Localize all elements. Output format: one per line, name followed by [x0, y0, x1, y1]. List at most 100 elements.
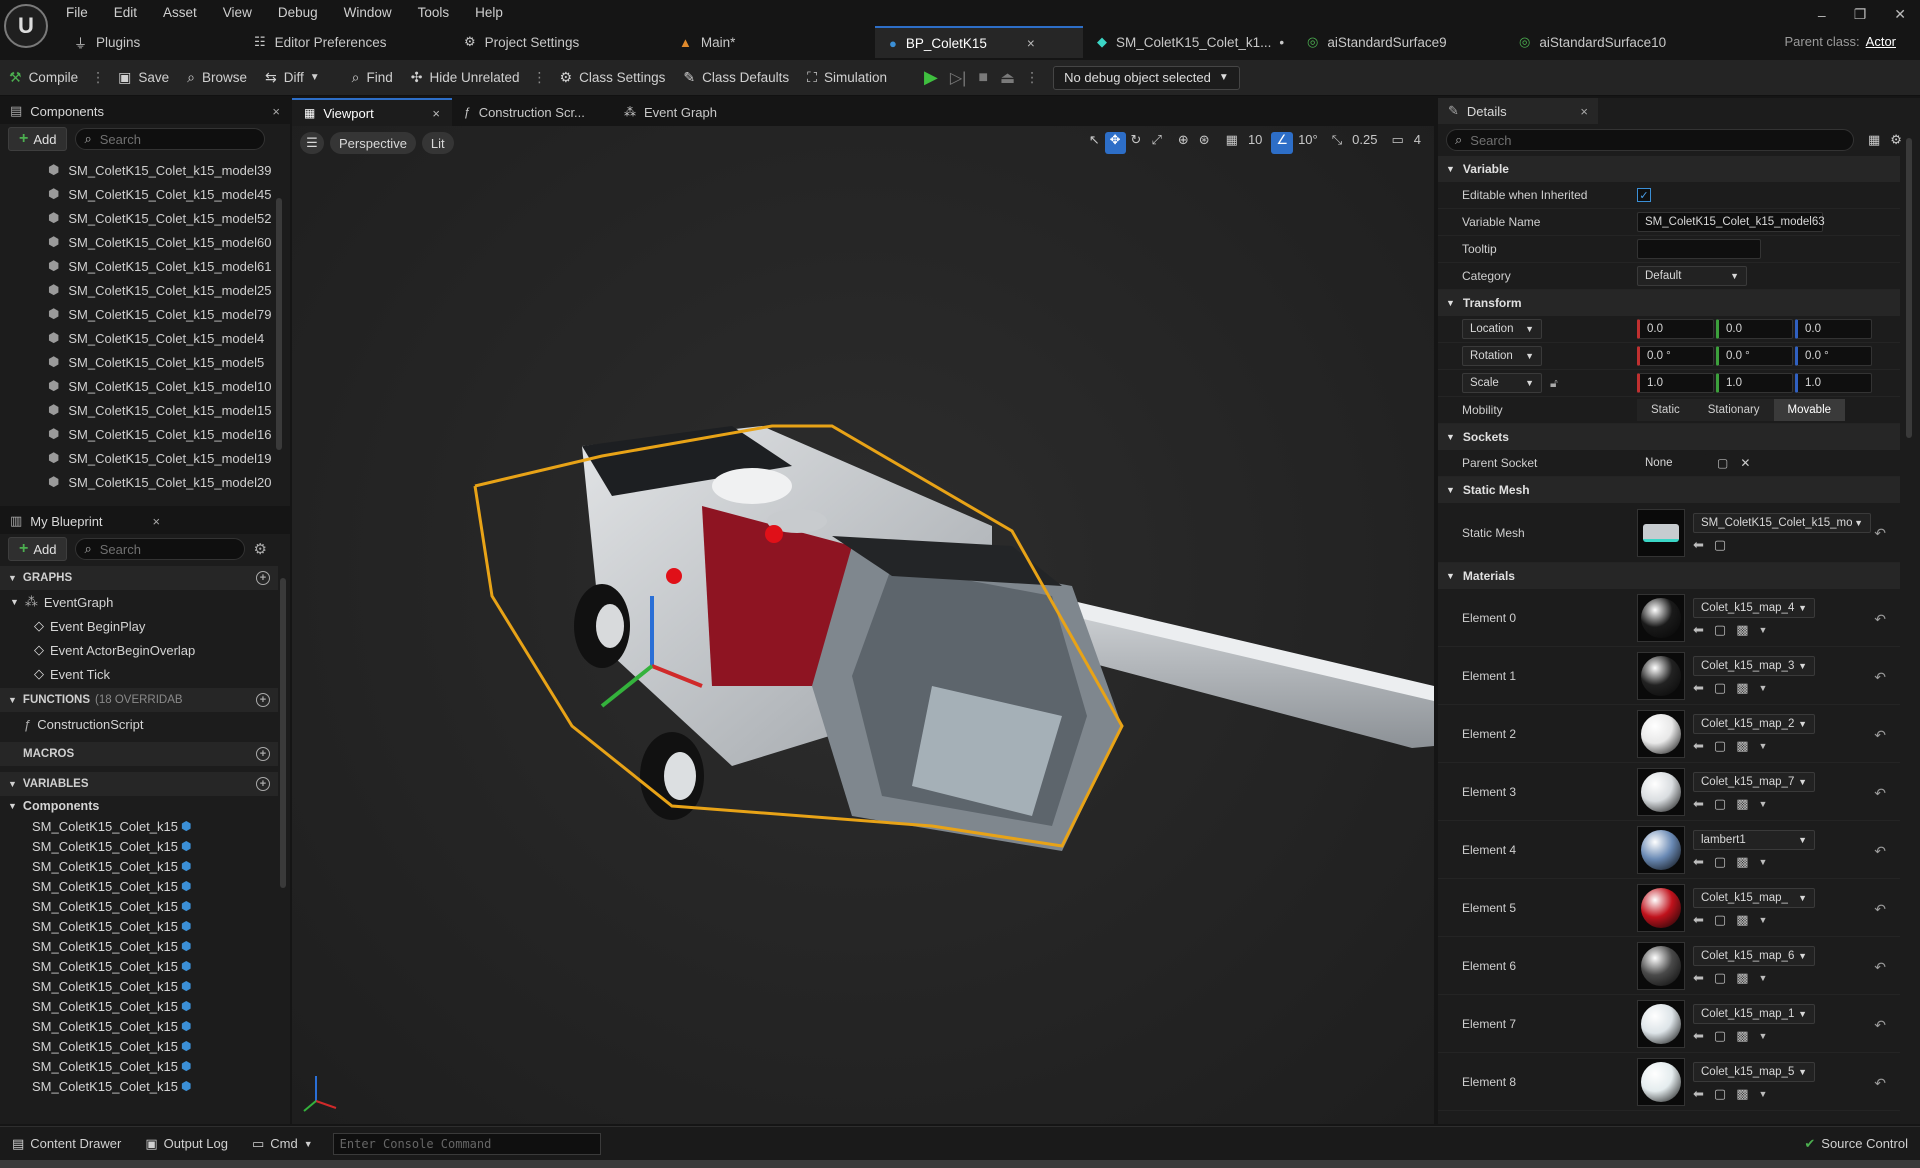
material-thumbnail[interactable] — [1637, 651, 1685, 700]
components-search-input[interactable]: ⌕ Search — [75, 128, 266, 150]
browse-folder-icon[interactable]: ▢ — [1714, 1086, 1726, 1102]
tab-static-mesh[interactable]: ◆ SM_ColetK15_Colet_k1... • — [1083, 26, 1293, 58]
variable-item[interactable]: SM_ColetK15_Colet_k15 ⬢ — [0, 916, 278, 936]
diff-button[interactable]: ⇆ Diff ▼ — [256, 60, 329, 96]
transform-section[interactable]: ▼ Transform — [1438, 290, 1900, 316]
editable-when-inherited-checkbox[interactable]: ✓ — [1637, 188, 1651, 202]
console-command-input[interactable]: Enter Console Command — [332, 1132, 601, 1155]
table-view-icon[interactable]: ▦ — [1868, 132, 1880, 148]
variable-item[interactable]: SM_ColetK15_Colet_k15 ⬢ — [0, 836, 278, 856]
use-selected-icon[interactable]: ⬅ — [1693, 1028, 1704, 1044]
add-variable-icon[interactable]: + — [256, 777, 270, 791]
output-log-button[interactable]: ▣ Output Log — [133, 1127, 240, 1161]
content-drawer-button[interactable]: ▤ Content Drawer — [0, 1127, 133, 1161]
static-mesh-section[interactable]: ▼ Static Mesh — [1438, 477, 1900, 503]
tab-main-level[interactable]: ▲ Main* — [665, 26, 875, 58]
use-selected-icon[interactable]: ⬅ — [1693, 1086, 1704, 1102]
browse-folder-icon[interactable]: ▢ — [1714, 1028, 1726, 1044]
minimize-icon[interactable]: – — [1818, 7, 1826, 23]
rotation-dropdown[interactable]: Rotation ▼ — [1462, 346, 1542, 366]
variables-components-category[interactable]: ▼ Components — [0, 796, 278, 816]
graphs-section[interactable]: ▼ GRAPHS + — [0, 566, 278, 590]
tab-plugins[interactable]: ⏚ Plugins — [60, 26, 240, 58]
reset-to-default-icon[interactable]: ↶ — [1874, 611, 1886, 628]
use-selected-icon[interactable]: ⬅ — [1693, 537, 1704, 553]
browse-folder-icon[interactable]: ▢ — [1717, 456, 1728, 470]
material-options-icon[interactable]: ▩ — [1736, 1028, 1748, 1044]
material-dropdown[interactable]: Colet_k15_map_2 ▼ — [1693, 713, 1815, 734]
location-z-field[interactable]: 0.0 — [1795, 319, 1872, 339]
material-dropdown[interactable]: Colet_k15_map_6 ▼ — [1693, 945, 1815, 966]
mobility-stationary-option[interactable]: Stationary — [1693, 399, 1774, 421]
material-options-icon[interactable]: ▩ — [1736, 738, 1748, 754]
variable-section[interactable]: ▼ Variable — [1438, 156, 1900, 182]
debug-object-select[interactable]: No debug object selected ▼ — [1053, 65, 1240, 90]
browse-folder-icon[interactable]: ▢ — [1714, 796, 1726, 812]
material-options-icon[interactable]: ▩ — [1736, 854, 1748, 870]
add-graph-icon[interactable]: + — [256, 571, 270, 585]
event-beginplay-item[interactable]: ◇ Event BeginPlay — [0, 614, 278, 638]
close-panel-icon[interactable]: × — [272, 104, 280, 119]
menu-window[interactable]: Window — [344, 5, 392, 20]
chevron-down-icon[interactable]: ▼ — [1759, 1089, 1768, 1099]
reset-to-default-icon[interactable]: ↶ — [1874, 669, 1886, 686]
menu-view[interactable]: View — [223, 5, 252, 20]
components-scrollbar[interactable] — [276, 198, 282, 450]
play-icon[interactable]: ▶ — [918, 67, 944, 88]
menu-debug[interactable]: Debug — [278, 5, 318, 20]
material-options-icon[interactable]: ▩ — [1736, 622, 1748, 638]
3d-viewport[interactable]: ☰ Perspective Lit ↖ ✥ ↻ ⤢ ⊕ ⊛ ▦ 10 ∠ 10°… — [292, 126, 1434, 1124]
browse-folder-icon[interactable]: ▢ — [1714, 738, 1726, 754]
macros-section[interactable]: MACROS + — [0, 742, 278, 766]
mobility-movable-option[interactable]: Movable — [1773, 399, 1846, 421]
chevron-down-icon[interactable]: ▼ — [1759, 799, 1768, 809]
reset-to-default-icon[interactable]: ↶ — [1874, 843, 1886, 860]
tab-project-settings[interactable]: ⚙ Project Settings — [450, 26, 665, 58]
add-blueprint-item-button[interactable]: + Add — [8, 537, 68, 561]
variable-item[interactable]: SM_ColetK15_Colet_k15 ⬢ — [0, 1016, 278, 1036]
static-mesh-dropdown[interactable]: SM_ColetK15_Colet_k15_mo ▼ — [1693, 512, 1871, 533]
details-scrollbar[interactable] — [1906, 138, 1912, 438]
component-item[interactable]: ⬢ SM_ColetK15_Colet_k15_model79 — [0, 302, 290, 326]
class-settings-button[interactable]: ⚙ Class Settings — [551, 60, 675, 96]
use-selected-icon[interactable]: ⬅ — [1693, 622, 1704, 638]
variable-item[interactable]: SM_ColetK15_Colet_k15 ⬢ — [0, 1036, 278, 1056]
material-options-icon[interactable]: ▩ — [1736, 912, 1748, 928]
unreal-logo-icon[interactable]: U — [4, 4, 48, 48]
menu-help[interactable]: Help — [475, 5, 503, 20]
details-search-input[interactable]: ⌕ Search — [1446, 129, 1854, 151]
material-thumbnail[interactable] — [1637, 999, 1685, 1048]
component-item[interactable]: ⬢ SM_ColetK15_Colet_k15_model20 — [0, 470, 290, 494]
variable-item[interactable]: SM_ColetK15_Colet_k15 ⬢ — [0, 956, 278, 976]
use-selected-icon[interactable]: ⬅ — [1693, 970, 1704, 986]
scale-z-field[interactable]: 1.0 — [1795, 373, 1872, 393]
material-dropdown[interactable]: lambert1 ▼ — [1693, 829, 1815, 850]
category-dropdown[interactable]: Default ▼ — [1637, 266, 1747, 286]
reset-to-default-icon[interactable]: ↶ — [1874, 785, 1886, 802]
sockets-section[interactable]: ▼ Sockets — [1438, 424, 1900, 450]
variable-item[interactable]: SM_ColetK15_Colet_k15 ⬢ — [0, 1056, 278, 1076]
materials-section[interactable]: ▼ Materials — [1438, 563, 1900, 589]
component-item[interactable]: ⬢ SM_ColetK15_Colet_k15_model19 — [0, 446, 290, 470]
location-x-field[interactable]: 0.0 — [1637, 319, 1714, 339]
find-button[interactable]: ⌕ Find — [343, 60, 402, 96]
static-mesh-thumbnail[interactable] — [1637, 508, 1685, 557]
chevron-down-icon[interactable]: ▼ — [1759, 625, 1768, 635]
stop-icon[interactable]: ■ — [972, 69, 994, 87]
component-item[interactable]: ⬢ SM_ColetK15_Colet_k15_model45 — [0, 182, 290, 206]
variable-item[interactable]: SM_ColetK15_Colet_k15 ⬢ — [0, 856, 278, 876]
menu-tools[interactable]: Tools — [418, 5, 450, 20]
material-thumbnail[interactable] — [1637, 767, 1685, 816]
chevron-down-icon[interactable]: ▼ — [1759, 1031, 1768, 1041]
close-panel-icon[interactable]: × — [153, 514, 161, 529]
component-item[interactable]: ⬢ SM_ColetK15_Colet_k15_model39 — [0, 158, 290, 182]
menu-file[interactable]: File — [66, 5, 88, 20]
variable-item[interactable]: SM_ColetK15_Colet_k15 ⬢ — [0, 1076, 278, 1096]
lock-icon[interactable]: 🔓︎ — [1550, 376, 1558, 391]
component-item[interactable]: ⬢ SM_ColetK15_Colet_k15_model4 — [0, 326, 290, 350]
material-dropdown[interactable]: Colet_k15_map_5 ▼ — [1693, 1061, 1815, 1082]
step-icon[interactable]: ▷| — [944, 68, 972, 88]
tab-bp-coletk15[interactable]: ● BP_ColetK15 × — [875, 26, 1083, 58]
close-tab-icon[interactable]: × — [1027, 36, 1035, 51]
material-thumbnail[interactable] — [1637, 825, 1685, 874]
